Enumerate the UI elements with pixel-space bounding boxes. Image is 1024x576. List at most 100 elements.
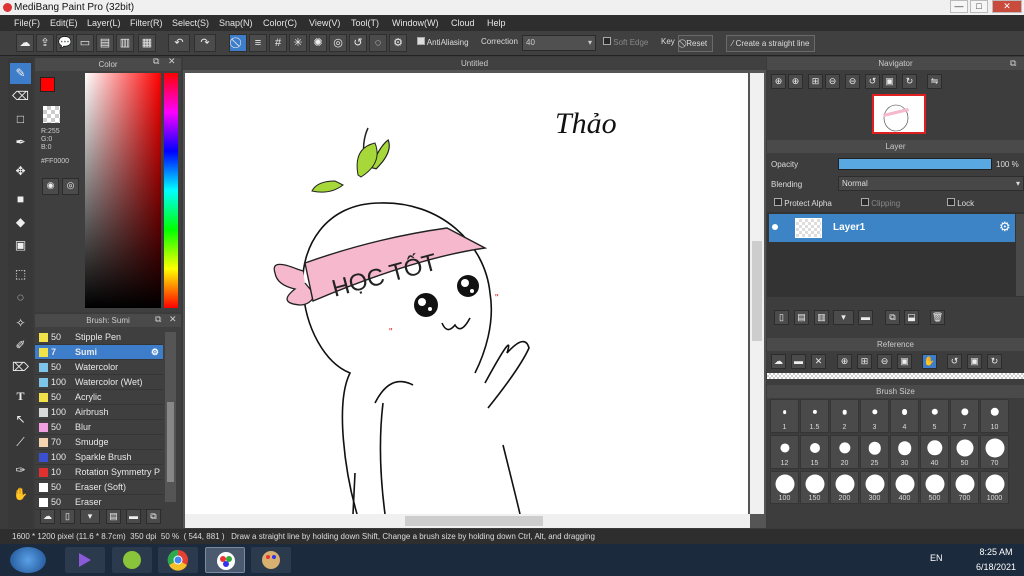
reset-button[interactable]: ⃠ Reset xyxy=(678,35,714,52)
cloud-icon[interactable]: ☁ xyxy=(16,34,34,52)
radial-snap-icon[interactable]: ✺ xyxy=(309,34,327,52)
correction-select[interactable]: 40 ▾ xyxy=(522,35,596,51)
horizontal-scrollbar[interactable] xyxy=(185,514,750,528)
curve-snap-icon[interactable]: ↺ xyxy=(349,34,367,52)
brush-size-cell[interactable]: 1.5 xyxy=(800,399,829,433)
divide-tool-icon[interactable]: ⟋ xyxy=(10,432,31,453)
brush-size-cell[interactable]: 3 xyxy=(860,399,889,433)
dot-tool-icon[interactable]: □ xyxy=(10,109,31,130)
brush-size-cell[interactable]: 400 xyxy=(890,471,919,504)
brush-size-cell[interactable]: 300 xyxy=(860,471,889,504)
brush-size-cell[interactable]: 15 xyxy=(800,435,829,469)
brush-size-cell[interactable]: 200 xyxy=(830,471,859,504)
merge-layer-icon[interactable]: ⬓ xyxy=(904,310,919,325)
duplicate-layer-icon[interactable]: ⧉ xyxy=(885,310,900,325)
reference-fit-icon[interactable]: ⊞ xyxy=(857,354,872,369)
snap-off-icon[interactable]: ⃠ xyxy=(229,34,247,52)
eyedropper-tool-icon[interactable]: ✑ xyxy=(10,460,31,481)
brush-settings-icon[interactable]: ⚙ xyxy=(151,345,159,359)
lasso-tool-icon[interactable]: ◌ xyxy=(10,287,31,308)
settings-snap-icon[interactable]: ⚙ xyxy=(389,34,407,52)
ellipse-snap-icon[interactable]: ◌ xyxy=(369,34,387,52)
chrome-icon[interactable] xyxy=(158,547,198,573)
brush-size-cell[interactable]: 50 xyxy=(950,435,979,469)
eraser-tool-icon[interactable]: ⌫ xyxy=(10,86,31,107)
close-panel-icon[interactable]: ✕ xyxy=(169,314,177,325)
brush-size-cell[interactable]: 20 xyxy=(830,435,859,469)
fill-rect-tool-icon[interactable]: ■ xyxy=(10,189,31,210)
delete-layer-icon[interactable]: 🗑 xyxy=(930,310,945,325)
close-panel-icon[interactable]: ✕ xyxy=(168,56,176,67)
menu-view[interactable]: View(V) xyxy=(309,15,340,31)
maximize-button[interactable]: □ xyxy=(970,0,988,13)
visual-studio-icon[interactable] xyxy=(65,547,105,573)
rotate-left-icon[interactable]: ↺ xyxy=(865,74,880,89)
blending-select[interactable]: Normal ▾ xyxy=(838,176,1024,191)
layer-visibility-icon[interactable] xyxy=(772,224,778,230)
new-brush-icon[interactable]: ▯ xyxy=(60,509,75,524)
menu-filter[interactable]: Filter(R) xyxy=(130,15,163,31)
operation-tool-icon[interactable]: ↖ xyxy=(10,409,31,430)
close-button[interactable]: ✕ xyxy=(992,0,1022,13)
new-layer-1bit-icon[interactable]: ▥ xyxy=(814,310,829,325)
language-indicator[interactable]: EN xyxy=(930,553,943,563)
text-tool-icon[interactable]: T xyxy=(10,386,31,407)
brush-size-cell[interactable]: 40 xyxy=(920,435,949,469)
reference-open-icon[interactable]: ▬ xyxy=(791,354,806,369)
popout-icon[interactable]: ⧉ xyxy=(153,56,159,67)
brush-item[interactable]: 50 Eraser xyxy=(35,495,163,510)
brush-list-scrollbar[interactable] xyxy=(165,332,176,502)
magic-wand-tool-icon[interactable]: ✧ xyxy=(10,313,31,334)
reference-actual-icon[interactable]: ▣ xyxy=(897,354,912,369)
menu-select[interactable]: Select(S) xyxy=(172,15,209,31)
brush-item[interactable]: 100 Watercolor (Wet) xyxy=(35,375,163,390)
menu-snap[interactable]: Snap(N) xyxy=(219,15,253,31)
grid-icon[interactable]: ▦ xyxy=(138,34,156,52)
hand-tool-icon[interactable]: ✋ xyxy=(10,484,31,505)
popout-icon[interactable]: ⧉ xyxy=(1010,58,1016,69)
menu-help[interactable]: Help xyxy=(487,15,506,31)
brush-size-cell[interactable]: 100 xyxy=(770,471,799,504)
add-layer-menu-icon[interactable]: ▾ xyxy=(833,310,854,325)
paint-icon[interactable] xyxy=(251,547,291,573)
reference-zoom-in-icon[interactable]: ⊕ xyxy=(837,354,852,369)
soft-edge-toggle[interactable]: Soft Edge xyxy=(603,37,648,47)
reference-reset-rotation-icon[interactable]: ▣ xyxy=(967,354,982,369)
brush-item[interactable]: 100 Airbrush xyxy=(35,405,163,420)
brush-size-cell[interactable]: 150 xyxy=(800,471,829,504)
vanish-point-icon[interactable]: ✳ xyxy=(289,34,307,52)
redo-icon[interactable]: ↷ xyxy=(194,34,216,52)
zoom-search-icon[interactable]: ⊕ xyxy=(788,74,803,89)
reference-hand-icon[interactable]: ✋ xyxy=(922,354,937,369)
rotate-right-icon[interactable]: ↻ xyxy=(902,74,917,89)
select-eraser-tool-icon[interactable]: ⌦ xyxy=(10,357,31,378)
antialiasing-toggle[interactable]: AntiAliasing xyxy=(417,37,469,47)
brush-size-cell[interactable]: 1000 xyxy=(980,471,1009,504)
select-pen-tool-icon[interactable]: ✐ xyxy=(10,335,31,356)
move-tool-icon[interactable]: ✥ xyxy=(10,161,31,182)
clock[interactable]: 8:25 AM 6/18/2021 xyxy=(975,547,1017,572)
brush-size-cell[interactable]: 500 xyxy=(920,471,949,504)
reference-rotate-left-icon[interactable]: ↺ xyxy=(947,354,962,369)
brush-folder-icon[interactable]: ▬ xyxy=(126,509,141,524)
minimize-button[interactable]: — xyxy=(950,0,968,13)
reference-close-icon[interactable]: ✕ xyxy=(811,354,826,369)
brush-settings-icon[interactable]: ▤ xyxy=(106,509,121,524)
brush-size-cell[interactable]: 1 xyxy=(770,399,799,433)
menu-tool[interactable]: Tool(T) xyxy=(351,15,379,31)
lock-checkbox[interactable]: Lock xyxy=(947,198,974,208)
brush-item[interactable]: 50 Watercolor xyxy=(35,360,163,375)
brush-size-cell[interactable]: 7 xyxy=(950,399,979,433)
opacity-slider[interactable] xyxy=(838,158,992,170)
brush-size-cell[interactable]: 5 xyxy=(920,399,949,433)
upload-icon[interactable]: ⇪ xyxy=(36,34,54,52)
circle-snap-icon[interactable]: ◎ xyxy=(329,34,347,52)
undo-icon[interactable]: ↶ xyxy=(168,34,190,52)
fit-icon[interactable]: ⊞ xyxy=(808,74,823,89)
reference-zoom-out-icon[interactable]: ⊖ xyxy=(877,354,892,369)
clipping-checkbox[interactable]: Clipping xyxy=(861,198,900,208)
saturation-value-picker[interactable] xyxy=(85,73,161,308)
menu-window[interactable]: Window(W) xyxy=(392,15,439,31)
straight-line-button[interactable]: ⁄ Create a straight line xyxy=(726,35,816,52)
palette-icon[interactable]: ◉ xyxy=(42,178,59,195)
